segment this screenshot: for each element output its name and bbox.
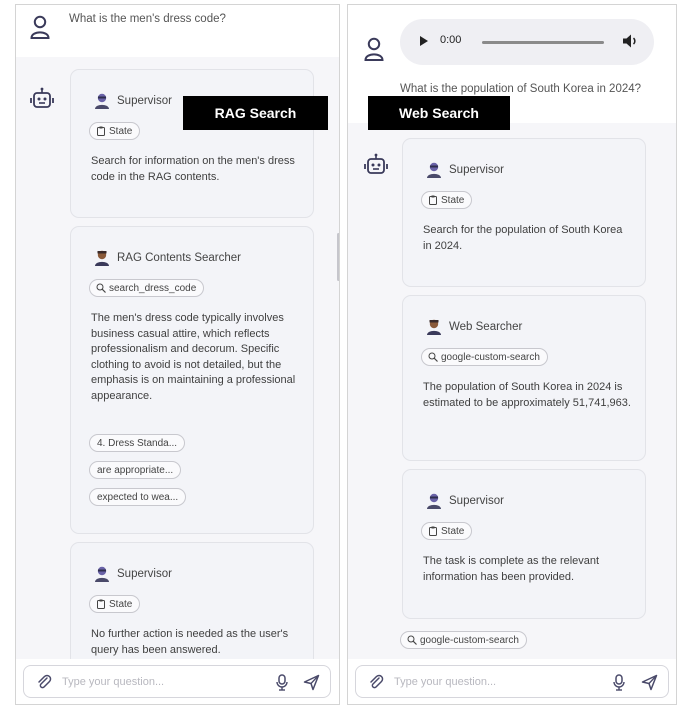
tool-chip[interactable]: search_dress_code	[89, 279, 205, 297]
card-text: Search for the population of South Korea…	[423, 224, 623, 252]
agent-name: Supervisor	[117, 95, 172, 107]
agent-card-rag-searcher: RAG Contents Searcher search_dress_code …	[70, 226, 314, 534]
send-icon[interactable]	[303, 674, 320, 691]
paperclip-icon[interactable]	[36, 674, 52, 690]
microphone-icon[interactable]	[612, 674, 626, 691]
agent-header: Supervisor	[93, 92, 172, 110]
reference-chip[interactable]: expected to wea...	[89, 488, 187, 506]
clipboard-icon	[429, 526, 437, 536]
agent-header: Supervisor	[425, 161, 504, 179]
chip-label: search_dress_code	[109, 282, 197, 294]
chip-label: State	[109, 598, 133, 610]
agent-avatar-icon	[427, 162, 441, 178]
agent-name: Supervisor	[449, 495, 504, 507]
agent-avatar-icon	[427, 493, 441, 509]
web-search-label: Web Search	[368, 96, 510, 130]
tool-chip[interactable]: google-custom-search	[421, 348, 548, 366]
card-text: The task is complete as the relevant inf…	[423, 555, 600, 583]
paperclip-icon[interactable]	[368, 674, 384, 690]
card-text: The men's dress code typically involves …	[91, 312, 296, 402]
chip-label: State	[441, 525, 465, 537]
agent-card-web-searcher: Web Searcher google-custom-search The po…	[402, 295, 646, 461]
state-chip[interactable]: State	[89, 122, 141, 140]
agent-card-supervisor: Supervisor State Search for the populati…	[402, 138, 646, 287]
audio-player[interactable]: 0:00	[400, 19, 654, 65]
agent-avatar-icon	[95, 250, 109, 266]
clipboard-icon	[97, 126, 105, 136]
reference-chip[interactable]: are appropriate...	[89, 461, 182, 479]
agent-header: RAG Contents Searcher	[93, 249, 241, 267]
user-message-text: What is the men's dress code?	[69, 13, 226, 25]
agent-card-supervisor: Supervisor State The task is complete as…	[402, 469, 646, 619]
search-tool-icon	[428, 352, 438, 362]
user-message-row: What is the men's dress code?	[16, 5, 339, 57]
agent-header: Web Searcher	[425, 318, 522, 336]
agent-name: Supervisor	[117, 568, 172, 580]
card-text: The population of South Korea in 2024 is…	[423, 381, 631, 409]
robot-icon	[30, 87, 54, 111]
state-chip[interactable]: State	[421, 191, 473, 209]
search-tool-icon	[96, 283, 106, 293]
card-text: No further action is needed as the user'…	[91, 628, 289, 656]
agent-header: Supervisor	[425, 492, 504, 510]
tool-chip[interactable]: google-custom-search	[400, 631, 527, 649]
chip-label: google-custom-search	[441, 351, 540, 363]
agent-avatar-icon	[427, 319, 441, 335]
agent-card-supervisor: Supervisor State Search for information …	[70, 69, 314, 218]
send-icon[interactable]	[641, 674, 658, 691]
scrollbar[interactable]	[337, 233, 339, 281]
audio-progress-track[interactable]	[482, 41, 604, 44]
question-input-box[interactable]: Type your question...	[23, 665, 331, 698]
user-avatar-icon	[30, 15, 50, 39]
question-input[interactable]: Type your question...	[62, 676, 164, 688]
reference-chip[interactable]: 4. Dress Standa...	[89, 434, 186, 452]
microphone-icon[interactable]	[275, 674, 289, 691]
search-tool-icon	[407, 635, 417, 645]
state-chip[interactable]: State	[421, 522, 473, 540]
volume-icon[interactable]	[622, 32, 638, 50]
question-input[interactable]: Type your question...	[394, 676, 496, 688]
input-footer: Type your question...	[348, 659, 676, 704]
user-avatar-icon	[364, 37, 384, 61]
input-footer: Type your question...	[16, 659, 339, 704]
user-message-text: What is the population of South Korea in…	[400, 83, 642, 95]
card-text: Search for information on the men's dres…	[91, 155, 295, 183]
chip-label: State	[441, 194, 465, 206]
agent-name: RAG Contents Searcher	[117, 252, 242, 264]
audio-time: 0:00	[440, 34, 462, 46]
agent-avatar-icon	[95, 93, 109, 109]
robot-icon	[364, 153, 388, 177]
clipboard-icon	[429, 195, 437, 205]
question-input-box[interactable]: Type your question...	[355, 665, 669, 698]
chip-label: State	[109, 125, 133, 137]
play-icon[interactable]	[420, 36, 428, 46]
rag-search-label: RAG Search	[183, 96, 328, 130]
clipboard-icon	[97, 599, 105, 609]
agent-name: Supervisor	[449, 164, 504, 176]
agent-avatar-icon	[95, 566, 109, 582]
agent-name: Web Searcher	[449, 321, 523, 333]
state-chip[interactable]: State	[89, 595, 141, 613]
chip-label: google-custom-search	[420, 634, 519, 646]
agent-header: Supervisor	[93, 565, 172, 583]
